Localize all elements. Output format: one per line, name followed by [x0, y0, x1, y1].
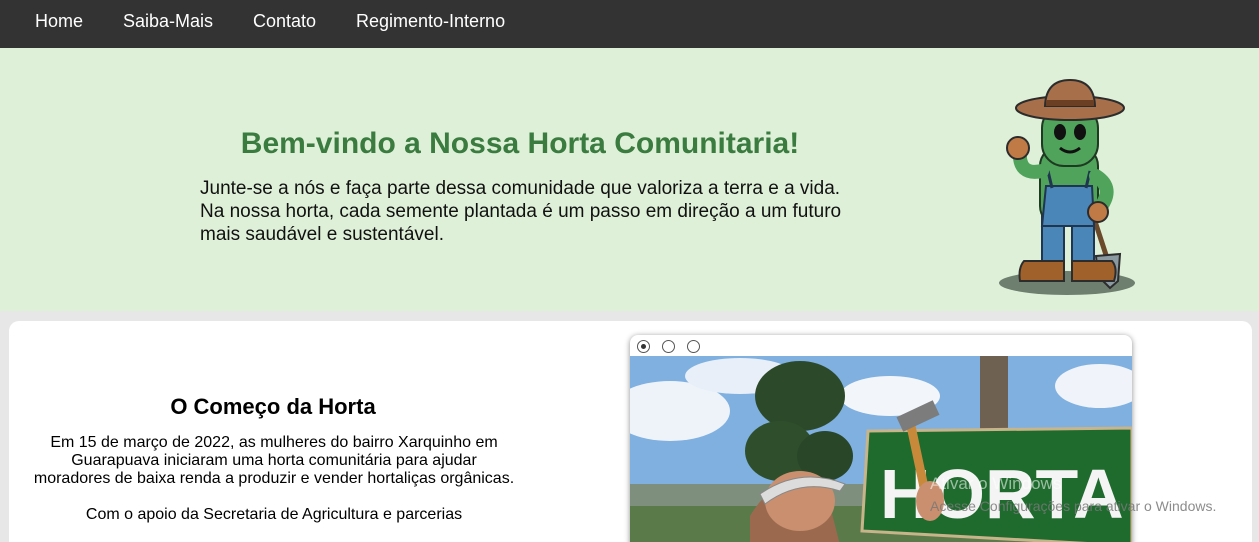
section-paragraph: Em 15 de março de 2022, as mulheres do b… [33, 434, 515, 487]
cactus-farmer-mascot-icon [999, 78, 1135, 295]
section-body: Em 15 de março de 2022, as mulheres do b… [33, 434, 515, 542]
nav-contato-link[interactable]: Contato [253, 11, 316, 31]
nav-regimento-interno-link[interactable]: Regimento-Interno [356, 11, 505, 31]
windows-activation-title: Ativar o Windows [930, 474, 1062, 493]
nav-saiba-mais-link[interactable]: Saiba-Mais [123, 11, 213, 31]
section-title: O Começo da Horta [170, 394, 376, 419]
hero-description: Junte-se a nós e faça parte dessa comuni… [200, 178, 842, 245]
top-navbar: Home Saiba-Mais Contato Regimento-Intern… [0, 0, 1259, 48]
section-paragraph: Com o apoio da Secretaria de Agricultura… [85, 506, 463, 523]
slider-radio-2[interactable] [662, 340, 675, 353]
windows-activation-subtitle: Acesse Configurações para ativar o Windo… [930, 498, 1217, 514]
nav-home-link[interactable]: Home [35, 11, 83, 31]
hero-title: Bem-vindo a Nossa Horta Comunitaria! [240, 127, 800, 160]
hero-banner: Bem-vindo a Nossa Horta Comunitaria! Jun… [0, 48, 1259, 311]
slider-radio-3[interactable] [687, 340, 700, 353]
horta-sign-photo: HORTA [630, 356, 1132, 542]
slider-radio-1[interactable] [637, 340, 650, 353]
